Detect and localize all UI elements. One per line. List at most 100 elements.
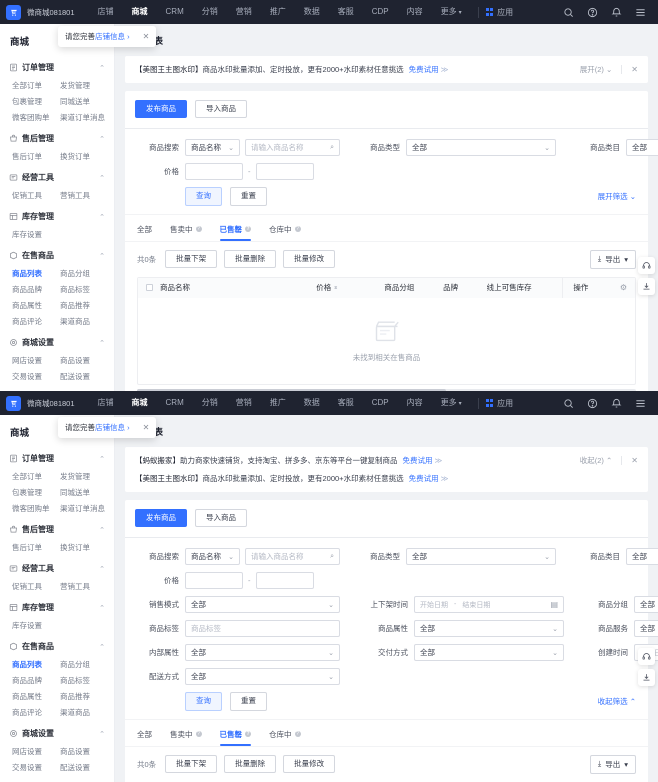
nav-item-promotion[interactable]: 推广	[261, 0, 295, 24]
sidebar-item-product-attr[interactable]: 商品属性	[9, 300, 57, 311]
tab-all[interactable]: 全部	[137, 729, 152, 746]
sidebar-item-marketing-tools[interactable]: 营销工具	[57, 581, 105, 592]
sidebar-item-product-review[interactable]: 商品评论	[9, 707, 57, 718]
sidebar-group-on-sale-goods[interactable]: 在售商品 ⌃	[0, 635, 114, 657]
price-min-input[interactable]	[185, 163, 243, 181]
nav-item-content[interactable]: 内容	[398, 391, 432, 415]
apps-button[interactable]: 应用	[485, 398, 513, 409]
close-icon[interactable]: ✕	[143, 32, 150, 41]
sidebar-item-product-group[interactable]: 商品分组	[57, 659, 105, 670]
reset-button[interactable]: 重置	[230, 187, 267, 206]
nav-item-mall[interactable]: 商城	[123, 0, 157, 24]
batch-edit-button[interactable]: 批量修改	[283, 249, 336, 269]
nav-item-promotion[interactable]: 推广	[261, 391, 295, 415]
select-all-checkbox[interactable]	[146, 284, 153, 291]
customer-service-button[interactable]	[638, 257, 655, 274]
search-input[interactable]: 请输入商品名称 ⌕	[245, 548, 340, 566]
search-input[interactable]: 请输入商品名称 ⌕	[245, 139, 340, 157]
tab-sold-out[interactable]: 已售罄?	[219, 729, 251, 746]
sidebar-group-operation-tools[interactable]: 经营工具 ⌃	[0, 557, 114, 579]
sidebar-item-exchange-orders[interactable]: 换货订单	[57, 542, 105, 553]
sidebar-item-all-orders[interactable]: 全部订单	[9, 471, 57, 482]
export-button[interactable]: ⤓ 导出 ▾	[589, 754, 636, 774]
sidebar-item-shipping[interactable]: 发货管理	[57, 80, 105, 91]
sidebar-group-stock[interactable]: 库存管理 ⌃	[0, 596, 114, 618]
price-max-input[interactable]	[255, 572, 314, 590]
sidebar-item-channel-product[interactable]: 渠道商品	[57, 316, 105, 327]
tab-on-sale[interactable]: 售卖中?	[170, 729, 202, 746]
gear-icon[interactable]: ⚙	[620, 283, 627, 292]
product-category-select[interactable]: 全部⌄	[626, 548, 658, 566]
nav-item-data[interactable]: 数据	[295, 391, 329, 415]
nav-item-cdp[interactable]: CDP	[363, 0, 398, 24]
sidebar-item-product-recommend[interactable]: 商品推荐	[57, 300, 105, 311]
sidebar-item-city-delivery[interactable]: 同城送单	[57, 487, 105, 498]
bell-icon[interactable]	[611, 7, 622, 18]
app-logo[interactable]	[6, 395, 21, 411]
import-product-button[interactable]: 导入商品	[195, 100, 247, 119]
product-attr-select[interactable]: 全部 ⌄	[414, 620, 564, 638]
nav-item-distribution[interactable]: 分销	[193, 391, 227, 415]
menu-icon[interactable]	[635, 7, 646, 18]
batch-delete-button[interactable]: 批量删除	[224, 249, 277, 269]
sidebar-group-operation-tools[interactable]: 经营工具 ⌃	[0, 166, 114, 188]
sidebar-item-all-orders[interactable]: 全部订单	[9, 80, 57, 91]
sidebar-item-channel-product[interactable]: 渠道商品	[57, 707, 105, 718]
download-dock-button[interactable]	[638, 278, 655, 295]
shipping-mode-select[interactable]: 全部 ⌄	[185, 668, 340, 686]
sidebar-item-aftersale-orders[interactable]: 售后订单	[9, 542, 57, 553]
banner-close-icon[interactable]: ✕	[631, 456, 638, 465]
sidebar-item-package[interactable]: 包裹管理	[9, 96, 57, 107]
collapse-filter-toggle[interactable]: 收起筛选 ⌃	[598, 696, 636, 707]
reset-button[interactable]: 重置	[230, 692, 267, 711]
search-icon[interactable]	[563, 7, 574, 18]
help-icon[interactable]	[587, 7, 598, 18]
sidebar-item-promo-tools[interactable]: 促销工具	[9, 581, 57, 592]
inner-attr-select[interactable]: 全部 ⌄	[185, 644, 340, 662]
nav-item-shop[interactable]: 店铺	[89, 0, 123, 24]
app-logo[interactable]	[6, 4, 21, 20]
search-type-select[interactable]: 商品名称 ⌄	[185, 139, 240, 157]
sidebar-group-aftersale[interactable]: 售后管理 ⌃	[0, 518, 114, 540]
price-min-input[interactable]	[185, 572, 243, 590]
product-group-select[interactable]: 全部⌄	[634, 596, 658, 614]
apps-button[interactable]: 应用	[485, 7, 513, 18]
sale-mode-select[interactable]: 全部 ⌄	[185, 596, 340, 614]
product-category-select[interactable]: 全部⌄	[626, 139, 658, 157]
product-type-select[interactable]: 全部 ⌄	[406, 139, 556, 157]
nav-item-more[interactable]: 更多 ▾	[432, 391, 471, 416]
sidebar-group-mall-settings[interactable]: 商城设置 ⌃	[0, 722, 114, 744]
batch-edit-button[interactable]: 批量修改	[283, 754, 336, 774]
sidebar-item-channel-order-msg[interactable]: 渠道订单消息	[57, 503, 105, 514]
nav-item-marketing[interactable]: 营销	[227, 391, 261, 415]
sidebar-item-aftersale-orders[interactable]: 售后订单	[9, 151, 57, 162]
nav-item-crm[interactable]: CRM	[157, 391, 193, 415]
nav-item-data[interactable]: 数据	[295, 0, 329, 24]
customer-service-button[interactable]	[638, 648, 655, 665]
expand-filter-toggle[interactable]: 展开筛选 ⌄	[598, 191, 636, 202]
free-trial-link[interactable]: 免费试用	[403, 456, 433, 465]
sidebar-item-product-recommend[interactable]: 商品推荐	[57, 691, 105, 702]
sidebar-item-delivery-settings[interactable]: 配送设置	[57, 371, 105, 382]
nav-item-marketing[interactable]: 营销	[227, 0, 261, 24]
nav-item-more[interactable]: 更多 ▾	[432, 0, 471, 25]
sidebar-item-store-settings[interactable]: 网店设置	[9, 746, 57, 757]
sidebar-group-order-management[interactable]: 订单管理 ⌃	[0, 447, 114, 469]
banner-close-icon[interactable]: ✕	[631, 65, 638, 74]
sidebar-item-package[interactable]: 包裹管理	[9, 487, 57, 498]
batch-offshelf-button[interactable]: 批量下架	[165, 754, 218, 774]
publish-product-button[interactable]: 发布商品	[135, 100, 187, 119]
batch-delete-button[interactable]: 批量删除	[224, 754, 277, 774]
search-icon[interactable]	[563, 398, 574, 409]
sidebar-item-product-brand[interactable]: 商品品牌	[9, 675, 57, 686]
nav-item-distribution[interactable]: 分销	[193, 0, 227, 24]
product-service-select[interactable]: 全部⌄	[634, 620, 658, 638]
menu-icon[interactable]	[635, 398, 646, 409]
sidebar-item-trade-settings[interactable]: 交易设置	[9, 762, 57, 773]
sidebar-group-order-management[interactable]: 订单管理 ⌃	[0, 56, 114, 78]
sidebar-item-city-delivery[interactable]: 同城送单	[57, 96, 105, 107]
sidebar-item-group-buy[interactable]: 微客团购单	[9, 503, 57, 514]
nav-item-shop[interactable]: 店铺	[89, 391, 123, 415]
sidebar-item-trade-settings[interactable]: 交易设置	[9, 371, 57, 382]
sidebar-item-promo-tools[interactable]: 促销工具	[9, 190, 57, 201]
